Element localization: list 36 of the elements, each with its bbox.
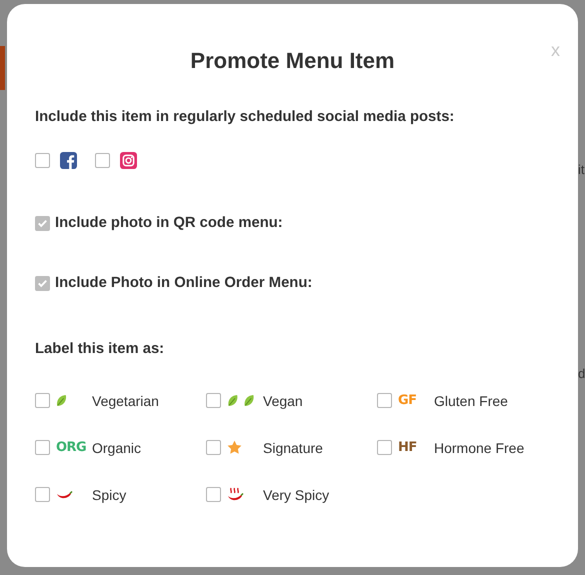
option-label: Vegan: [263, 392, 303, 408]
checkbox[interactable]: [377, 393, 392, 408]
option-label: Organic: [92, 440, 142, 456]
checkbox[interactable]: [35, 153, 50, 168]
hot-chili-icon: [227, 486, 245, 502]
option-label: Gluten Free: [434, 392, 508, 408]
tag-text: HF: [398, 440, 417, 455]
checkbox[interactable]: [35, 440, 50, 455]
leaf-icon: [56, 394, 67, 407]
section-label: Label this item as:: [35, 341, 166, 357]
tag-text: ORG: [56, 440, 86, 455]
option-label: Spicy: [92, 486, 126, 502]
checkbox[interactable]: [95, 153, 110, 168]
section-label: Include this item in regularly scheduled social media posts:: [35, 109, 456, 125]
checkbox[interactable]: [206, 440, 221, 455]
option-label: Signature: [263, 440, 323, 456]
tab-marker: [0, 46, 5, 90]
option-label: Include Photo in Online Order Menu:: [55, 275, 312, 291]
facebook-icon[interactable]: [60, 152, 77, 169]
option-label: Hormone Free: [434, 440, 524, 456]
dialog-title: Promote Menu Item: [189, 47, 396, 75]
checkbox[interactable]: [206, 487, 221, 502]
chili-icon: [56, 490, 74, 500]
page-text: it: [578, 162, 585, 177]
star-icon: [227, 440, 242, 455]
checkbox[interactable]: [206, 393, 221, 408]
leaves-icon: [227, 394, 256, 407]
option-label: Vegetarian: [92, 392, 159, 408]
checkbox[interactable]: [35, 393, 50, 408]
checkbox[interactable]: [35, 487, 50, 502]
option-label: Very Spicy: [263, 486, 330, 502]
checkbox[interactable]: [377, 440, 392, 455]
instagram-icon[interactable]: [120, 152, 137, 169]
page-text: d: [578, 366, 585, 381]
tag-text: GF: [398, 393, 417, 408]
option-label: Include photo in QR code menu:: [55, 215, 283, 231]
